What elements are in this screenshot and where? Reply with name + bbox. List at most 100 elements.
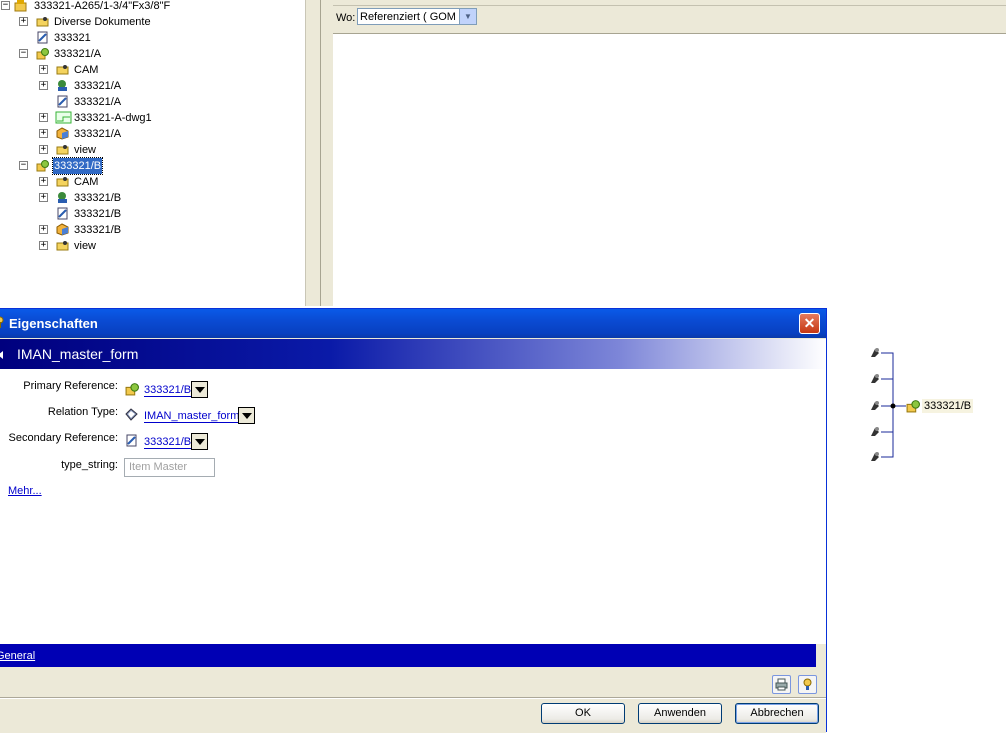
secondary-reference-label: Secondary Reference:: [8, 432, 118, 444]
tree-item-label: view: [74, 240, 97, 252]
expand-icon[interactable]: +: [39, 225, 48, 234]
form-header-title: IMAN_master_form: [17, 346, 139, 362]
help-button[interactable]: [798, 675, 817, 694]
object-tree: − 333321-A265/1-3/4"Fx3/8"F + Diverse Do…: [0, 0, 305, 306]
wo-dropdown[interactable]: Referenziert ( GOM ) ▼: [357, 8, 477, 25]
dataset-cube-icon: [56, 127, 69, 140]
bom-view-icon: [58, 192, 67, 203]
tree-item-label: 333321/B: [74, 224, 122, 236]
secondary-reference-dropdown[interactable]: [191, 433, 208, 450]
item-revision-icon: [36, 160, 49, 172]
wo-label: Wo:: [336, 12, 356, 24]
secondary-reference-row: Secondary Reference:: [0, 432, 118, 452]
dataset-cube-icon: [56, 223, 69, 236]
tab-strip: [333, 0, 1006, 6]
chevron-down-icon[interactable]: ▼: [459, 9, 476, 24]
item-folder-icon: [14, 0, 27, 12]
tree-item-label: 333321/A: [74, 128, 122, 140]
footer-separator: [0, 697, 826, 699]
relation-node-icon[interactable]: [869, 373, 881, 385]
secondary-reference-link[interactable]: 333321/B: [144, 436, 192, 449]
type-string-row: type_string:: [0, 459, 118, 479]
general-section-bar: General: [0, 644, 816, 667]
item-revision-icon[interactable]: [906, 399, 920, 413]
tree-item-label: 333321/B: [74, 208, 122, 220]
expand-icon[interactable]: +: [39, 129, 48, 138]
tree-item-label-selected: 333321/B: [51, 157, 104, 175]
more-link[interactable]: Mehr...: [8, 485, 42, 497]
relation-type-value[interactable]: IMAN_master_form: [144, 410, 240, 423]
relation-type-dropdown[interactable]: [238, 407, 255, 424]
print-icon: [775, 678, 788, 691]
folder-icon: [36, 17, 49, 27]
collapse-icon[interactable]: −: [1, 1, 10, 10]
expand-icon[interactable]: +: [39, 241, 48, 250]
tree-item-label: CAM: [74, 64, 99, 76]
expand-icon[interactable]: +: [39, 145, 48, 154]
expand-icon[interactable]: +: [39, 193, 48, 202]
properties-dialog: Eigenschaften ✕ IMAN_master_form Primary…: [0, 308, 827, 733]
tree-item-label: 333321: [54, 32, 91, 44]
tree-item-label: 333321-A-dwg1: [74, 112, 152, 124]
bom-view-icon: [58, 80, 67, 91]
relation-node-icon[interactable]: [869, 426, 881, 438]
tree-item-label: 333321/A: [74, 96, 122, 108]
expand-icon[interactable]: +: [39, 81, 48, 90]
wo-dropdown-value: Referenziert ( GOM ): [360, 11, 463, 23]
tree-item-label: 333321/A: [54, 48, 102, 60]
back-arrow-icon[interactable]: [0, 351, 3, 359]
form-icon: [57, 207, 68, 220]
relation-node-icon[interactable]: [869, 347, 881, 359]
primary-reference-row: Primary Reference:: [0, 380, 118, 400]
expand-icon[interactable]: +: [19, 17, 28, 26]
splitter-line: [320, 0, 321, 306]
relation-type-label: Relation Type:: [47, 406, 118, 418]
item-revision-icon: [125, 383, 139, 396]
item-revision-icon: [36, 48, 49, 60]
tree-item-label: Diverse Dokumente: [54, 16, 151, 28]
primary-reference-dropdown[interactable]: [191, 381, 208, 398]
drawing-icon: [55, 111, 72, 124]
folder-icon: [56, 177, 69, 187]
expand-icon[interactable]: +: [39, 65, 48, 74]
expand-icon[interactable]: +: [39, 113, 48, 122]
tree-item-label: 333321/B: [74, 192, 122, 204]
primary-reference-label: Primary Reference:: [23, 380, 118, 392]
form-icon: [57, 95, 68, 108]
folder-icon: [56, 145, 69, 155]
properties-icon: [0, 316, 4, 328]
cancel-button[interactable]: Abbrechen: [735, 703, 819, 724]
panel-splitter[interactable]: [305, 0, 334, 306]
folder-icon: [56, 241, 69, 251]
referencer-toolbar: Wo: Referenziert ( GOM ) ▼: [333, 0, 1006, 34]
close-icon: ✕: [803, 315, 816, 331]
tree-item-label: view: [74, 144, 97, 156]
type-string-field[interactable]: Item Master: [124, 458, 215, 477]
collapse-icon[interactable]: −: [19, 161, 28, 170]
relation-node-icon[interactable]: [869, 400, 881, 412]
ok-button[interactable]: OK: [541, 703, 625, 724]
relation-node-icon[interactable]: [869, 451, 881, 463]
form-icon: [126, 434, 137, 447]
tree-item-label: 333321-A265/1-3/4"Fx3/8"F: [34, 0, 171, 12]
apply-button[interactable]: Anwenden: [638, 703, 722, 724]
relation-type-icon: [125, 408, 138, 421]
dialog-title: Eigenschaften: [9, 316, 98, 331]
collapse-icon[interactable]: −: [19, 49, 28, 58]
graph-center-label[interactable]: 333321/B: [922, 399, 974, 413]
relation-type-link[interactable]: IMAN_master_form: [144, 410, 240, 423]
general-tab-link[interactable]: General: [0, 650, 35, 662]
dialog-footer: OK Anwenden Abbrechen: [0, 667, 826, 733]
type-string-label: type_string:: [61, 459, 118, 471]
expand-icon[interactable]: +: [39, 177, 48, 186]
dialog-titlebar[interactable]: Eigenschaften ✕: [0, 309, 826, 338]
form-header: IMAN_master_form: [0, 339, 826, 388]
primary-reference-link[interactable]: 333321/B: [144, 384, 192, 397]
secondary-reference-value[interactable]: 333321/B: [144, 436, 192, 449]
relation-type-row: Relation Type:: [0, 406, 118, 426]
close-button[interactable]: ✕: [799, 313, 820, 334]
primary-reference-value[interactable]: 333321/B: [144, 384, 192, 397]
properties-content: Primary Reference: 333321/B Relation Typ…: [0, 369, 826, 644]
form-icon: [37, 31, 48, 44]
print-button[interactable]: [772, 675, 791, 694]
